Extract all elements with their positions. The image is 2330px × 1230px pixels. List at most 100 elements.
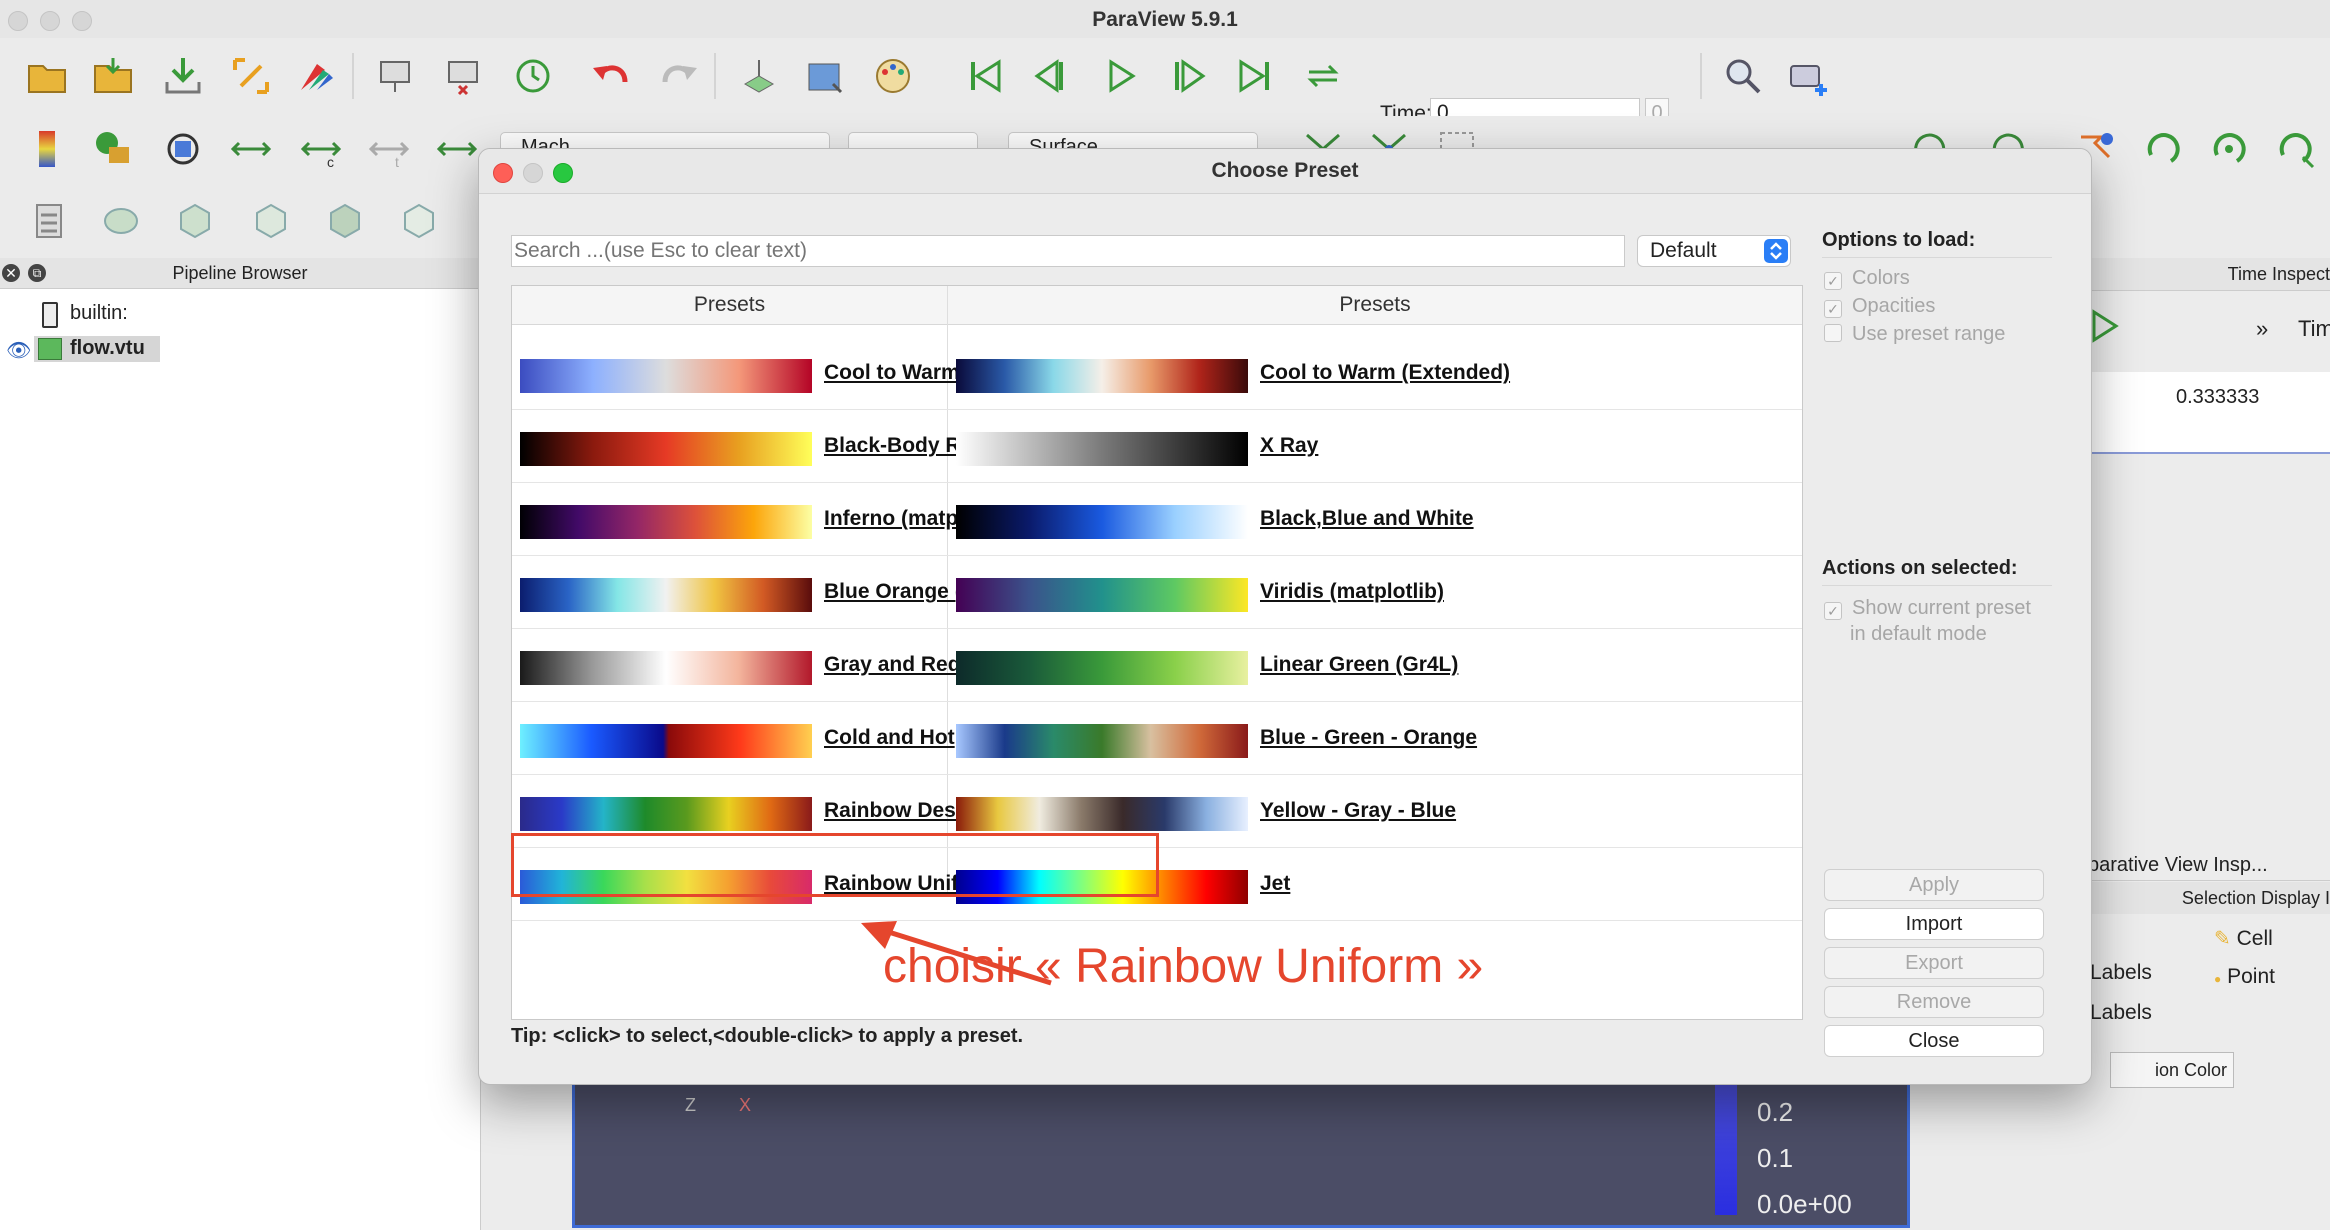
options-heading: Options to load:	[1822, 229, 1976, 251]
preset-inferno[interactable]: Inferno (matplotlib)	[512, 483, 1015, 555]
screenshot-icon[interactable]	[802, 53, 848, 99]
zoom-to-data-icon[interactable]	[1720, 53, 1766, 99]
preset-name: Viridis (matplotlib)	[1260, 580, 1444, 603]
preset-viridis[interactable]: Viridis (matplotlib)	[948, 556, 1802, 628]
preset-x-ray[interactable]: X Ray	[948, 410, 1802, 482]
preset-name: Cool to Warm (Extended)	[1260, 361, 1511, 384]
time-track-value: 0.333333	[2176, 386, 2260, 408]
option-colors-checkbox[interactable]: ✓ Colors	[1824, 267, 1910, 290]
preset-gradient-bar	[520, 432, 812, 466]
contour-icon[interactable]	[98, 198, 144, 244]
import-button[interactable]: Import	[1824, 908, 2044, 940]
color-palette-icon[interactable]	[870, 53, 916, 99]
show-current-preset-checkbox[interactable]: ✓ Show current preset	[1824, 597, 2031, 620]
connect-icon[interactable]	[372, 53, 418, 99]
preset-black-body-radiation[interactable]: Black-Body Radiation	[512, 410, 1041, 482]
next-frame-icon[interactable]	[1164, 53, 1210, 99]
chevron-updown-icon	[1764, 239, 1788, 263]
clip-icon[interactable]	[172, 198, 218, 244]
calculator-icon[interactable]	[26, 198, 72, 244]
preset-gradient-bar	[520, 505, 812, 539]
main-toolbar: Time: 0 0	[0, 38, 2330, 128]
rescale-custom-range-icon[interactable]: c	[298, 126, 344, 172]
preset-gradient-bar	[520, 724, 812, 758]
more-chevron-icon[interactable]: »	[2256, 316, 2268, 342]
interact-icon[interactable]	[736, 53, 782, 99]
point-labels-button[interactable]: ● Point Labels	[2090, 960, 2330, 1024]
rescale-temporal-icon[interactable]: t	[366, 126, 412, 172]
preset-gradient-bar	[956, 359, 1248, 393]
server-icon	[42, 302, 58, 328]
comparative-view-tab[interactable]: parative View Insp...	[2050, 850, 2330, 881]
reset-camera-icon[interactable]	[228, 53, 274, 99]
preset-cool-to-warm-extended[interactable]: Cool to Warm (Extended)	[948, 337, 1802, 409]
preset-cold-and-hot[interactable]: Cold and Hot	[512, 702, 955, 774]
last-frame-icon[interactable]	[1232, 53, 1278, 99]
rescale-visible-icon[interactable]	[434, 126, 480, 172]
selection-display-title: Selection Display I	[2181, 888, 2330, 908]
preset-gray-and-red[interactable]: Gray and Red	[512, 629, 961, 701]
option-preset-range-checkbox[interactable]: Use preset range	[1824, 323, 2005, 346]
select-points-icon[interactable]	[2206, 126, 2252, 172]
macro-icon[interactable]	[294, 53, 340, 99]
close-button[interactable]: Close	[1824, 1025, 2044, 1057]
column-header-presets[interactable]: Presets	[948, 286, 1802, 325]
color-map-editor-icon[interactable]	[24, 126, 70, 172]
preset-name: Jet	[1260, 872, 1291, 895]
annotation-text: choisir « Rainbow Uniform »	[883, 940, 1484, 993]
float-panel-icon[interactable]: ⧉	[28, 264, 46, 282]
preset-blue-orange-divergent[interactable]: Blue Orange (divergent)	[512, 556, 1063, 628]
pipeline-browser-header: ✕ ⧉ Pipeline Browser	[0, 258, 480, 289]
capture-icon[interactable]	[1786, 53, 1832, 99]
preset-gradient-bar	[956, 505, 1248, 539]
close-panel-icon[interactable]: ✕	[2, 264, 20, 282]
selection-color-button[interactable]: ion Color	[2110, 1052, 2234, 1088]
svg-text:t: t	[395, 154, 399, 170]
rescale-range-icon[interactable]	[228, 126, 274, 172]
undo-icon[interactable]	[588, 53, 634, 99]
slice-icon[interactable]	[248, 198, 294, 244]
open-folder-icon[interactable]	[90, 53, 136, 99]
cell-labels-button[interactable]: ✎ Cell Labels	[2090, 922, 2330, 984]
apply-button[interactable]: Apply	[1824, 869, 2044, 901]
preset-linear-green[interactable]: Linear Green (Gr4L)	[948, 629, 1802, 701]
preset-black-blue-and-white[interactable]: Black,Blue and White	[948, 483, 1802, 555]
preset-name: Black,Blue and White	[1260, 507, 1474, 530]
rescale-custom-icon[interactable]	[160, 126, 206, 172]
time-inspector-header: Time Inspect	[2050, 258, 2330, 291]
render-view[interactable]: Z X 0.2 0.1 0.0e+00	[572, 1082, 1910, 1228]
select-cells-icon[interactable]	[2140, 126, 2186, 172]
previous-frame-icon[interactable]	[1030, 53, 1076, 99]
save-data-icon[interactable]	[160, 53, 206, 99]
preset-name: X Ray	[1260, 434, 1319, 457]
preset-group-value: Default	[1650, 239, 1717, 262]
extract-subset-icon[interactable]	[396, 198, 442, 244]
first-frame-icon[interactable]	[962, 53, 1008, 99]
pipeline-browser-title: Pipeline Browser	[172, 263, 308, 283]
open-file-icon[interactable]	[24, 53, 70, 99]
preset-blue-green-orange[interactable]: Blue - Green - Orange	[948, 702, 1802, 774]
tree-item-label: flow.vtu	[70, 337, 145, 359]
visibility-eye-icon[interactable]: 👁	[6, 338, 31, 363]
select-block-icon[interactable]	[2272, 126, 2318, 172]
tree-item-label: builtin:	[70, 302, 128, 324]
threshold-icon[interactable]	[322, 198, 368, 244]
option-opacities-checkbox[interactable]: ✓ Opacities	[1824, 295, 1935, 318]
play-icon[interactable]	[1098, 53, 1144, 99]
right-panel: Time Inspect » Tim 0.333333 parative Vie…	[2050, 258, 2330, 1230]
rescale-icon[interactable]	[90, 126, 136, 172]
export-button[interactable]: Export	[1824, 947, 2044, 979]
preset-group-select[interactable]: Default	[1637, 235, 1791, 267]
preset-cool-to-warm[interactable]: Cool to Warm	[512, 337, 960, 409]
search-input[interactable]	[511, 235, 1625, 267]
remove-button[interactable]: Remove	[1824, 986, 2044, 1018]
redo-icon[interactable]	[656, 53, 702, 99]
auto-apply-icon[interactable]	[510, 53, 556, 99]
disconnect-icon[interactable]	[440, 53, 486, 99]
preset-gradient-bar	[520, 651, 812, 685]
loop-icon[interactable]	[1300, 53, 1346, 99]
tree-item-flow-vtu[interactable]: 👁 flow.vtu	[0, 334, 480, 364]
preset-name: Linear Green (Gr4L)	[1260, 653, 1459, 676]
axis-z-label: Z	[685, 1095, 696, 1115]
column-header-presets[interactable]: Presets	[512, 286, 947, 325]
